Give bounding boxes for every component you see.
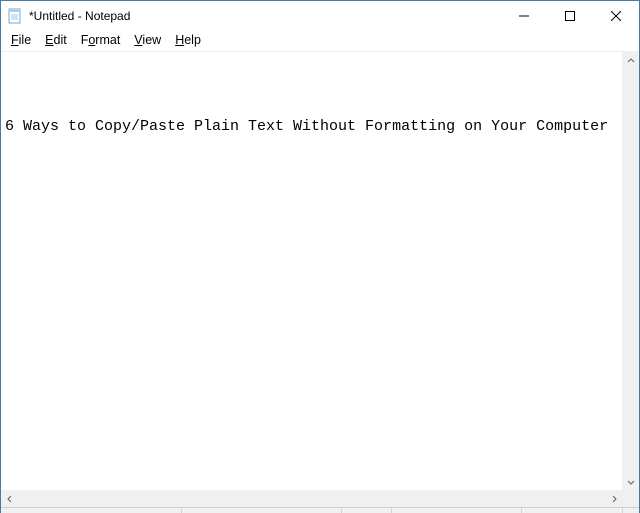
scroll-up-icon[interactable] xyxy=(622,52,639,69)
scroll-down-icon[interactable] xyxy=(622,473,639,490)
close-icon xyxy=(611,11,621,21)
window-title: *Untitled - Notepad xyxy=(29,9,501,23)
minimize-button[interactable] xyxy=(501,1,547,31)
menu-help[interactable]: Help xyxy=(169,32,207,48)
text-editor[interactable]: 6 Ways to Copy/Paste Plain Text Without … xyxy=(1,52,622,490)
editor-content: 6 Ways to Copy/Paste Plain Text Without … xyxy=(5,88,618,136)
scroll-corner xyxy=(622,490,639,507)
status-zoom: 100% xyxy=(341,508,391,513)
status-line-ending: Windows (CRLF) xyxy=(391,508,521,513)
menu-format[interactable]: Format xyxy=(75,32,127,48)
menubar: File Edit Format View Help xyxy=(1,31,639,51)
menu-view[interactable]: View xyxy=(128,32,167,48)
horizontal-scrollbar[interactable] xyxy=(1,490,639,507)
menu-edit[interactable]: Edit xyxy=(39,32,73,48)
resize-grip[interactable] xyxy=(622,508,639,513)
notepad-icon xyxy=(7,8,23,24)
vertical-scrollbar[interactable] xyxy=(622,52,639,490)
menu-file[interactable]: File xyxy=(5,32,37,48)
minimize-icon xyxy=(519,11,529,21)
scroll-right-icon[interactable] xyxy=(605,490,622,507)
titlebar: *Untitled - Notepad xyxy=(1,1,639,31)
maximize-icon xyxy=(565,11,575,21)
status-cursor-position: Ln 3, Col 1 xyxy=(181,508,341,513)
scroll-left-icon[interactable] xyxy=(1,490,18,507)
status-encoding: UTF-8 xyxy=(521,508,622,513)
statusbar: Ln 3, Col 1 100% Windows (CRLF) UTF-8 xyxy=(1,507,639,513)
close-button[interactable] xyxy=(593,1,639,31)
maximize-button[interactable] xyxy=(547,1,593,31)
editor-area: 6 Ways to Copy/Paste Plain Text Without … xyxy=(1,51,639,490)
status-spacer xyxy=(1,508,181,513)
window-controls xyxy=(501,1,639,31)
